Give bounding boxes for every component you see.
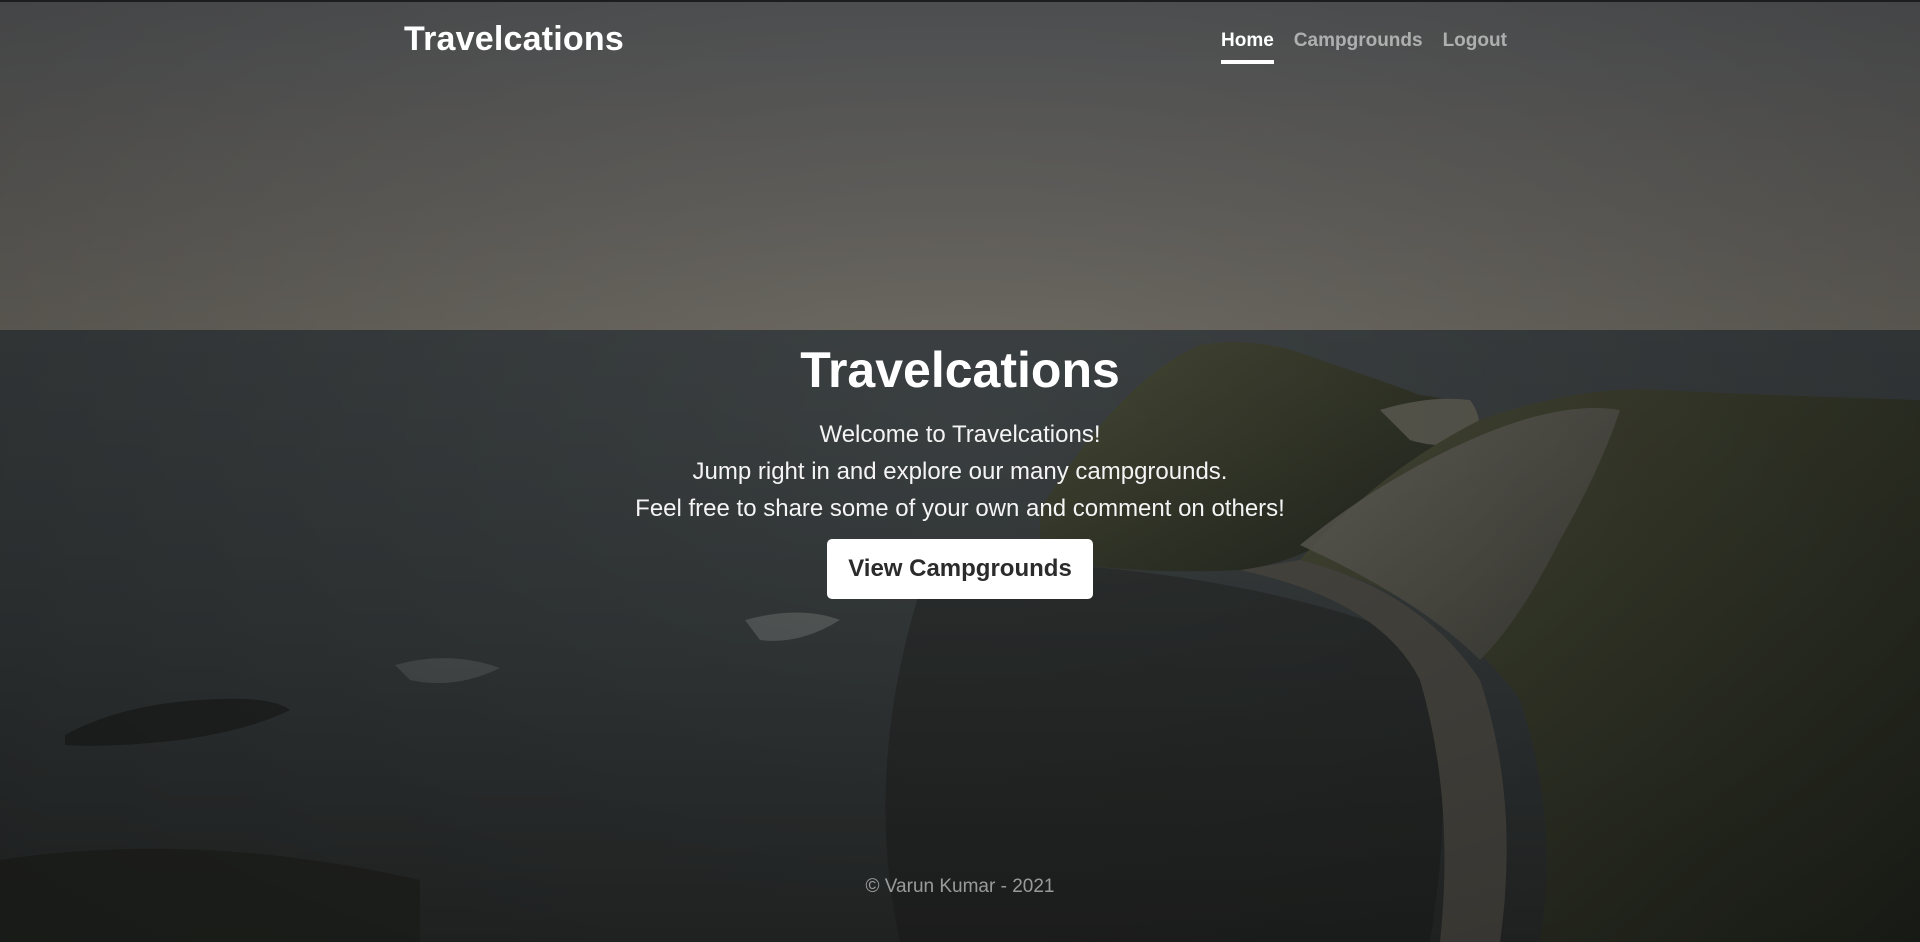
landing-page: Travelcations Home Campgrounds Logout Tr… (0, 0, 1920, 942)
view-campgrounds-button[interactable]: View Campgrounds (827, 539, 1093, 599)
footer-copyright: © Varun Kumar - 2021 (865, 876, 1055, 897)
main-nav: Home Campgrounds Logout (1221, 30, 1507, 64)
nav-campgrounds-link[interactable]: Campgrounds (1294, 30, 1423, 64)
hero-title: Travelcations (800, 342, 1120, 398)
hero-welcome-text: Welcome to Travelcations! (819, 421, 1101, 448)
hero-explore-text: Jump right in and explore our many campg… (692, 458, 1228, 485)
nav-logout-link[interactable]: Logout (1443, 30, 1507, 64)
nav-home-link[interactable]: Home (1221, 30, 1274, 64)
brand-logo[interactable]: Travelcations (404, 20, 624, 59)
hero-share-text: Feel free to share some of your own and … (635, 495, 1285, 522)
top-border (0, 0, 1920, 2)
hero-section: Travelcations Welcome to Travelcations! … (0, 338, 1920, 599)
